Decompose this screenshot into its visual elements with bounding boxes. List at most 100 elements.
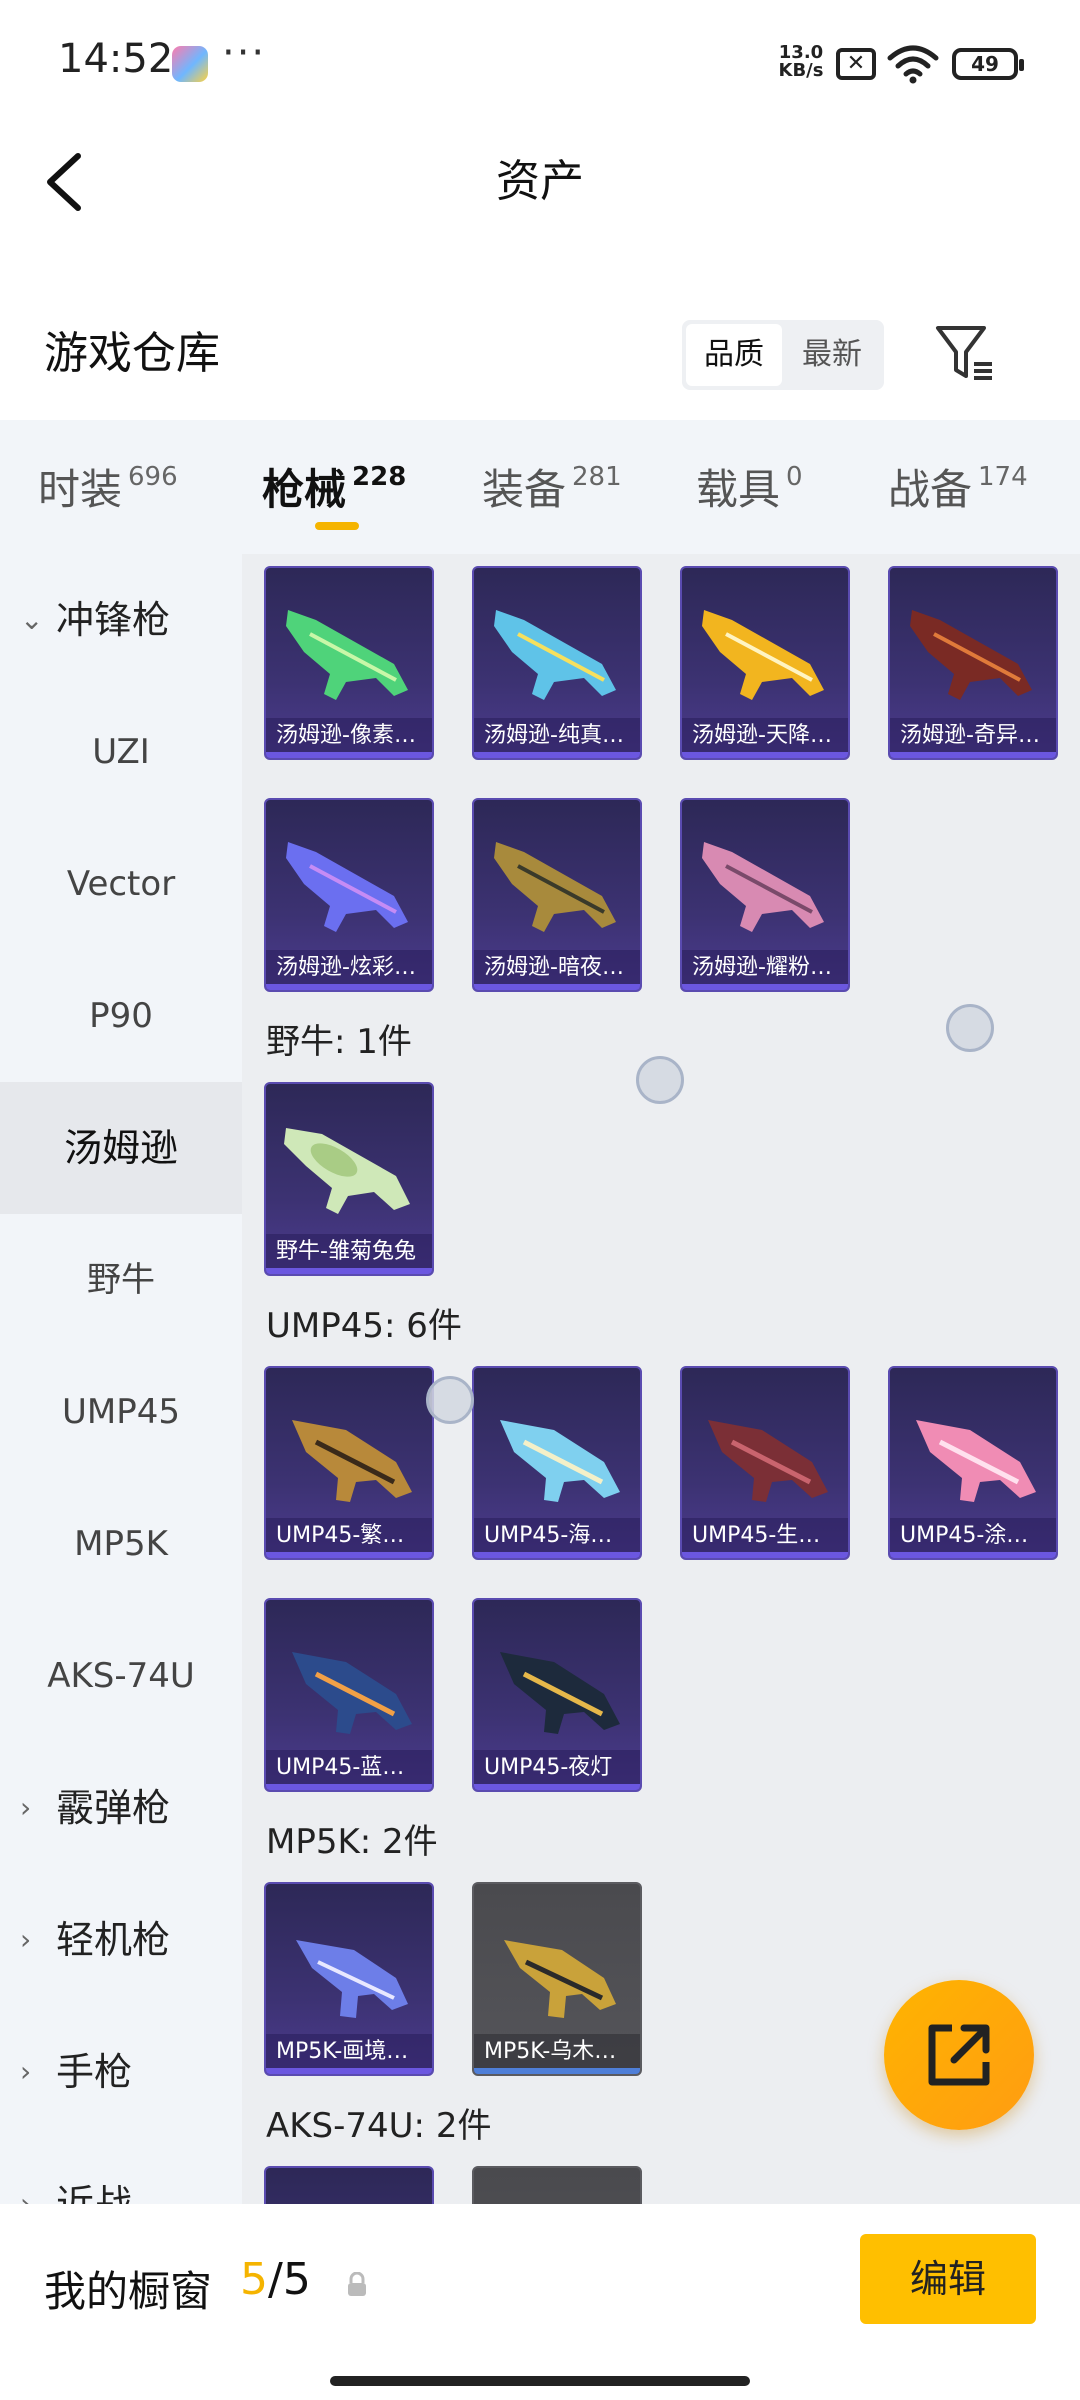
sidebar-item-ump45[interactable]: UMP45: [0, 1346, 242, 1478]
status-time: 14:52: [58, 36, 174, 82]
quality-bar: [474, 1552, 640, 1558]
touch-indicator: [426, 1376, 474, 1424]
showcase-label: 我的橱窗: [44, 2267, 213, 2316]
bizon-icon: [284, 1128, 410, 1214]
sidebar-item-thompson[interactable]: 汤姆逊: [0, 1082, 242, 1214]
net-speed-unit: KB/s: [778, 60, 824, 81]
quality-bar: [266, 1268, 432, 1274]
net-speed: 13.0 KB/s: [776, 44, 826, 80]
quality-bar: [266, 2068, 432, 2074]
sidebar-item-label: 冲锋枪: [56, 598, 171, 642]
quality-bar: [474, 984, 640, 990]
weapon-card[interactable]: UMP45-涂…: [888, 1366, 1058, 1560]
weapon-card[interactable]: 汤姆逊-纯真…: [472, 566, 642, 760]
sort-toggle: 品质 最新: [682, 320, 884, 390]
quality-bar: [890, 752, 1056, 758]
chevron-right-icon: ›: [20, 1791, 32, 1824]
filter-icon[interactable]: [932, 320, 998, 386]
weapon-type-sidebar: ⌄ 冲锋枪 UZI Vector P90 汤姆逊 野牛 UMP45 MP5K A…: [0, 554, 242, 2204]
weapon-grid: 汤姆逊-像素… 汤姆逊-纯真… 汤姆逊-天降… 汤姆逊-奇异… 汤姆逊-炫彩… …: [242, 554, 1080, 2204]
quality-bar: [474, 752, 640, 758]
sidebar-item-vector[interactable]: Vector: [0, 818, 242, 950]
ump45-icon: [708, 1420, 828, 1502]
weapon-card[interactable]: [264, 2166, 434, 2204]
tab-combat-supplies[interactable]: 战备 174: [888, 456, 1028, 516]
thompson-icon: [494, 842, 616, 932]
tab-fashion[interactable]: 时装 696: [38, 456, 178, 516]
sidebar-group-melee[interactable]: › 近战: [0, 2138, 242, 2204]
showcase-total: 5: [282, 2254, 311, 2305]
tab-label: 载具: [696, 465, 781, 514]
share-export-button[interactable]: [884, 1980, 1034, 2130]
weapon-card[interactable]: 汤姆逊-暗夜…: [472, 798, 642, 992]
sidebar-item-p90[interactable]: P90: [0, 950, 242, 1082]
tab-label: 装备: [482, 465, 567, 514]
thompson-icon: [494, 610, 616, 700]
showcase-bar: 我的橱窗 5/5 编辑: [0, 2204, 1080, 2400]
sidebar-item-label: 近战: [56, 2182, 133, 2204]
weapon-card[interactable]: UMP45-海…: [472, 1366, 642, 1560]
quality-bar: [682, 1552, 848, 1558]
weapon-card[interactable]: [472, 2166, 642, 2204]
weapon-card[interactable]: 野牛-雏菊兔兔: [264, 1082, 434, 1276]
ump45-icon: [292, 1420, 412, 1502]
tab-firearms[interactable]: 枪械 228: [262, 456, 406, 516]
more-notifications-icon: ···: [222, 30, 267, 76]
touch-indicator: [636, 1056, 684, 1104]
ump45-icon: [916, 1420, 1036, 1502]
chevron-right-icon: ›: [20, 1923, 32, 1956]
sort-newest-button[interactable]: 最新: [784, 324, 880, 386]
weapon-card[interactable]: 汤姆逊-天降…: [680, 566, 850, 760]
section-title-bizon: 野牛: 1件: [266, 1022, 412, 1062]
tab-count: 228: [352, 462, 407, 492]
tab-count: 281: [572, 462, 622, 492]
ump45-icon: [500, 1420, 620, 1502]
quality-bar: [266, 1784, 432, 1790]
weapon-card[interactable]: 汤姆逊-炫彩…: [264, 798, 434, 992]
sidebar-group-smg[interactable]: ⌄ 冲锋枪: [0, 554, 242, 686]
weapon-card[interactable]: UMP45-夜灯: [472, 1598, 642, 1792]
chevron-right-icon: ›: [20, 2055, 32, 2088]
tab-vehicles[interactable]: 载具 0: [696, 456, 803, 516]
sidebar-item-label: 霰弹枪: [56, 1786, 171, 1830]
weapon-card[interactable]: UMP45-生…: [680, 1366, 850, 1560]
weapon-card[interactable]: 汤姆逊-耀粉…: [680, 798, 850, 992]
tab-equipment[interactable]: 装备 281: [482, 456, 622, 516]
weapon-card[interactable]: MP5K-乌木…: [472, 1882, 642, 2076]
wifi-icon: [887, 45, 939, 84]
tab-count: 696: [128, 462, 178, 492]
weapon-card[interactable]: MP5K-画境…: [264, 1882, 434, 2076]
weapon-card[interactable]: UMP45-繁…: [264, 1366, 434, 1560]
quality-bar: [266, 1552, 432, 1558]
sidebar-item-aks74u[interactable]: AKS-74U: [0, 1610, 242, 1742]
quality-bar: [474, 1784, 640, 1790]
sidebar-group-shotgun[interactable]: › 霰弹枪: [0, 1742, 242, 1874]
tab-count: 0: [786, 462, 803, 492]
sidebar-item-bizon[interactable]: 野牛: [0, 1214, 242, 1346]
touch-indicator: [946, 1004, 994, 1052]
sidebar-group-pistol[interactable]: › 手枪: [0, 2006, 242, 2138]
home-indicator[interactable]: [330, 2376, 750, 2386]
section-title-ump45: UMP45: 6件: [266, 1306, 462, 1346]
game-app-icon: [172, 46, 208, 82]
weapon-card[interactable]: 汤姆逊-像素…: [264, 566, 434, 760]
thompson-icon: [286, 842, 408, 932]
tab-label: 战备: [888, 465, 973, 514]
sidebar-group-lmg[interactable]: › 轻机枪: [0, 1874, 242, 2006]
ump45-icon: [292, 1652, 412, 1734]
sidebar-item-uzi[interactable]: UZI: [0, 686, 242, 818]
quality-bar: [890, 1552, 1056, 1558]
edit-button[interactable]: 编辑: [860, 2234, 1036, 2324]
no-sim-icon: ✕: [836, 48, 876, 80]
thompson-icon: [702, 842, 824, 932]
showcase-count: 5/5: [240, 2254, 311, 2305]
mp5k-icon: [504, 1940, 616, 2018]
weapon-card[interactable]: 汤姆逊-奇异…: [888, 566, 1058, 760]
section-title-mp5k: MP5K: 2件: [266, 1822, 438, 1862]
sidebar-item-mp5k[interactable]: MP5K: [0, 1478, 242, 1610]
section-title-aks74u: AKS-74U: 2件: [266, 2106, 492, 2146]
mp5k-icon: [296, 1940, 408, 2018]
battery-icon: 49: [952, 48, 1024, 80]
weapon-card[interactable]: UMP45-蓝…: [264, 1598, 434, 1792]
sort-quality-button[interactable]: 品质: [686, 324, 782, 386]
